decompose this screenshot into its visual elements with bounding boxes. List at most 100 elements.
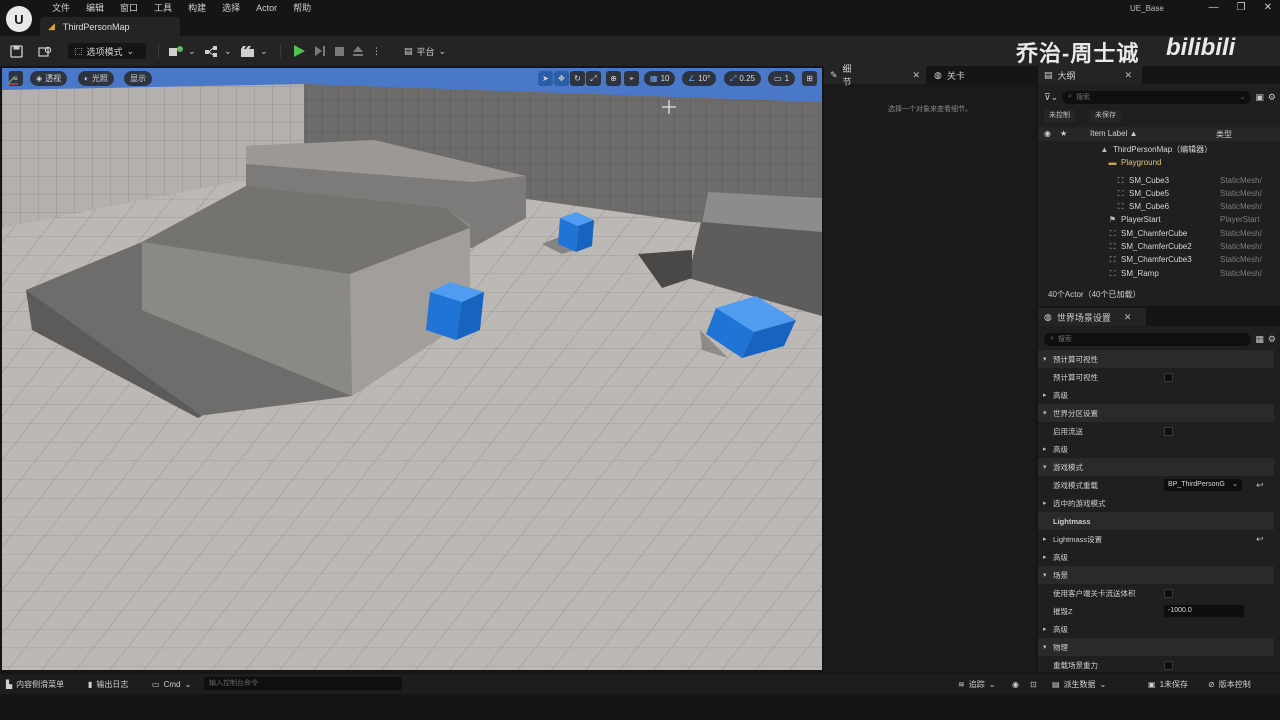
section-physics[interactable]: ▾ 物理: [1038, 638, 1274, 656]
tab-level[interactable]: ◍ 关卡: [928, 66, 971, 84]
trace-button[interactable]: ≋ 追踪 ⌄: [958, 677, 995, 691]
scale-tool-icon[interactable]: ⤢: [586, 71, 601, 86]
close-icon[interactable]: ✕: [912, 70, 920, 81]
browse-icon[interactable]: ↩: [1256, 480, 1264, 491]
maximize-viewport-icon[interactable]: ⊞: [802, 71, 817, 86]
list-item[interactable]: ⛶ SM_Cube6 StaticMesh/: [1038, 200, 1274, 213]
derived-data-button[interactable]: ▤ 派生数据 ⌄: [1052, 677, 1106, 691]
column-item-label[interactable]: Item Label ▲: [1090, 129, 1138, 138]
list-item[interactable]: ⛶ SM_ChamferCube StaticMesh/: [1038, 227, 1274, 240]
perspective-button[interactable]: ◈ 透视: [30, 71, 68, 86]
world-space-icon[interactable]: ⊕: [606, 71, 621, 86]
section-lightmass[interactable]: Lightmass: [1038, 512, 1274, 530]
add-actor-icon[interactable]: ⌄: [168, 43, 196, 59]
menu-build[interactable]: 构建: [180, 2, 214, 14]
tab-outliner[interactable]: ▤ 大纲 ✕: [1038, 66, 1142, 84]
menu-help[interactable]: 帮助: [285, 2, 319, 14]
advanced-row[interactable]: ▸ 选中的游戏模式: [1038, 494, 1274, 512]
menu-actor[interactable]: Actor: [248, 2, 285, 14]
world-settings-search-input[interactable]: ⌕ 搜索: [1044, 332, 1252, 346]
eye-icon[interactable]: ◉: [1044, 129, 1051, 138]
enable-streaming-checkbox[interactable]: [1164, 426, 1173, 436]
platform-dropdown[interactable]: ▤ 平台 ⌄: [404, 43, 446, 59]
list-item[interactable]: ⛶ SM_Cube3 StaticMesh/: [1038, 174, 1274, 187]
eject-icon[interactable]: [352, 43, 364, 59]
section-world[interactable]: ▾ 场景: [1038, 566, 1274, 584]
grid-snap-button[interactable]: ▦ 10: [644, 71, 676, 86]
advanced-row[interactable]: ▸ 高级: [1038, 620, 1274, 638]
close-icon[interactable]: ✕: [1125, 70, 1133, 81]
play-button[interactable]: [292, 43, 306, 59]
source-control-button[interactable]: ⊘ 版本控制: [1208, 677, 1251, 691]
scale-snap-button[interactable]: ⤢ 0.25: [724, 71, 761, 86]
unreal-logo-icon[interactable]: U: [6, 6, 32, 32]
menu-select[interactable]: 选择: [214, 2, 248, 14]
kill-z-field[interactable]: -1000.0: [1164, 605, 1244, 617]
select-mode-dropdown[interactable]: ⬚ 选项模式 ⌄: [68, 43, 146, 59]
blueprint-icon[interactable]: ⌄: [204, 43, 232, 59]
unsaved-button[interactable]: ▣ 1未保存: [1148, 677, 1188, 691]
blue-cube-1[interactable]: [558, 212, 594, 252]
settings-icon[interactable]: ⚙: [1268, 334, 1276, 345]
translate-tool-icon[interactable]: ✥: [554, 71, 569, 86]
advanced-row[interactable]: ▸ 高级: [1038, 386, 1274, 404]
advanced-row[interactable]: ▸ 高级: [1038, 440, 1274, 458]
save-icon[interactable]: [10, 43, 23, 59]
level-viewport[interactable]: ≡ ◈ 透视 ◐ 光照 显示 ➤ ✥ ↻ ⤢ ⊕ ⌖ ▦ 10 ∠ 10° ⤢ …: [2, 68, 822, 670]
menu-tools[interactable]: 工具: [146, 2, 180, 14]
list-item[interactable]: ▬ Playground: [1038, 156, 1274, 169]
list-item[interactable]: ⛶ SM_ChamferCube3 StaticMesh/: [1038, 253, 1274, 266]
rotate-tool-icon[interactable]: ↻: [570, 71, 585, 86]
section-game-mode[interactable]: ▾ 游戏模式: [1038, 458, 1274, 476]
override-gravity-checkbox[interactable]: [1164, 660, 1173, 670]
menu-window[interactable]: 窗口: [112, 2, 146, 14]
play-options-icon[interactable]: ⋮: [372, 43, 381, 59]
capture-icon[interactable]: ⊡: [1030, 677, 1037, 691]
filter-icon[interactable]: ⊽⌄: [1044, 92, 1058, 103]
cmd-dropdown[interactable]: ▭ Cmd ⌄: [152, 677, 191, 691]
console-command-input[interactable]: 输入控制台命令: [204, 677, 402, 690]
list-item[interactable]: ⛶ SM_ChamferCube2 StaticMesh/: [1038, 240, 1274, 253]
column-type[interactable]: 类型: [1216, 129, 1232, 140]
tab-world-settings[interactable]: ◍ 世界场景设置 ✕: [1038, 308, 1146, 326]
add-folder-icon[interactable]: ▣: [1255, 92, 1264, 103]
section-precomputed-visibility[interactable]: ▾ 预计算可视性: [1038, 350, 1274, 368]
surface-snap-icon[interactable]: ⌖: [624, 71, 639, 86]
client-streaming-volume-checkbox[interactable]: [1164, 588, 1173, 598]
browse-icon[interactable]: [38, 43, 52, 59]
grid-view-icon[interactable]: ▦: [1255, 334, 1264, 345]
select-tool-icon[interactable]: ➤: [538, 71, 553, 86]
camera-speed-button[interactable]: ▭ 1: [768, 71, 796, 86]
list-item[interactable]: ⛶ SM_Ramp StaticMesh/: [1038, 267, 1274, 280]
output-log-button[interactable]: ▮ 输出日志: [88, 677, 128, 691]
lighting-button[interactable]: ◐ 光照: [78, 71, 114, 86]
tab-third-person-map[interactable]: ◢ ThirdPersonMap: [40, 17, 180, 36]
filter-chip-unsaved[interactable]: 未保存: [1090, 110, 1121, 122]
tab-details[interactable]: ✎ 细节 ✕: [824, 64, 926, 87]
reset-icon[interactable]: ↩: [1256, 534, 1264, 545]
stop-icon[interactable]: [334, 43, 345, 59]
menu-file[interactable]: 文件: [44, 2, 78, 14]
menu-edit[interactable]: 编辑: [78, 2, 112, 14]
step-icon[interactable]: [314, 43, 326, 59]
section-world-partition[interactable]: ▾ 世界分区设置: [1038, 404, 1274, 422]
advanced-row[interactable]: ▸ Lightmass设置 ↩: [1038, 530, 1274, 548]
settings-icon[interactable]: ⚙: [1268, 92, 1276, 103]
record-icon[interactable]: ◉: [1012, 677, 1019, 691]
rotate-snap-button[interactable]: ∠ 10°: [682, 71, 717, 86]
close-icon[interactable]: ✕: [1264, 2, 1272, 13]
blue-cube-2[interactable]: [426, 282, 484, 340]
star-icon[interactable]: ★: [1060, 129, 1067, 138]
cinematics-icon[interactable]: ⌄: [240, 43, 268, 59]
game-mode-override-dropdown[interactable]: BP_ThirdPersonG ⌄: [1164, 479, 1242, 491]
show-button[interactable]: 显示: [124, 71, 152, 86]
list-item[interactable]: ⚑ PlayerStart PlayerStart: [1038, 213, 1274, 226]
close-icon[interactable]: ✕: [1124, 312, 1132, 323]
restore-icon[interactable]: ❐: [1237, 2, 1246, 13]
precomputed-visibility-checkbox[interactable]: [1164, 372, 1173, 382]
filter-chip-uncontrolled[interactable]: 未控制: [1044, 110, 1075, 122]
outliner-search-input[interactable]: ⌕ 搜索 ⌄: [1062, 90, 1252, 104]
list-item[interactable]: ▲ ThirdPersonMap（编辑器）: [1038, 143, 1274, 156]
list-item[interactable]: ⛶ SM_Cube5 StaticMesh/: [1038, 187, 1274, 200]
content-drawer-button[interactable]: ▙ 内容侧滑菜单: [6, 677, 64, 691]
